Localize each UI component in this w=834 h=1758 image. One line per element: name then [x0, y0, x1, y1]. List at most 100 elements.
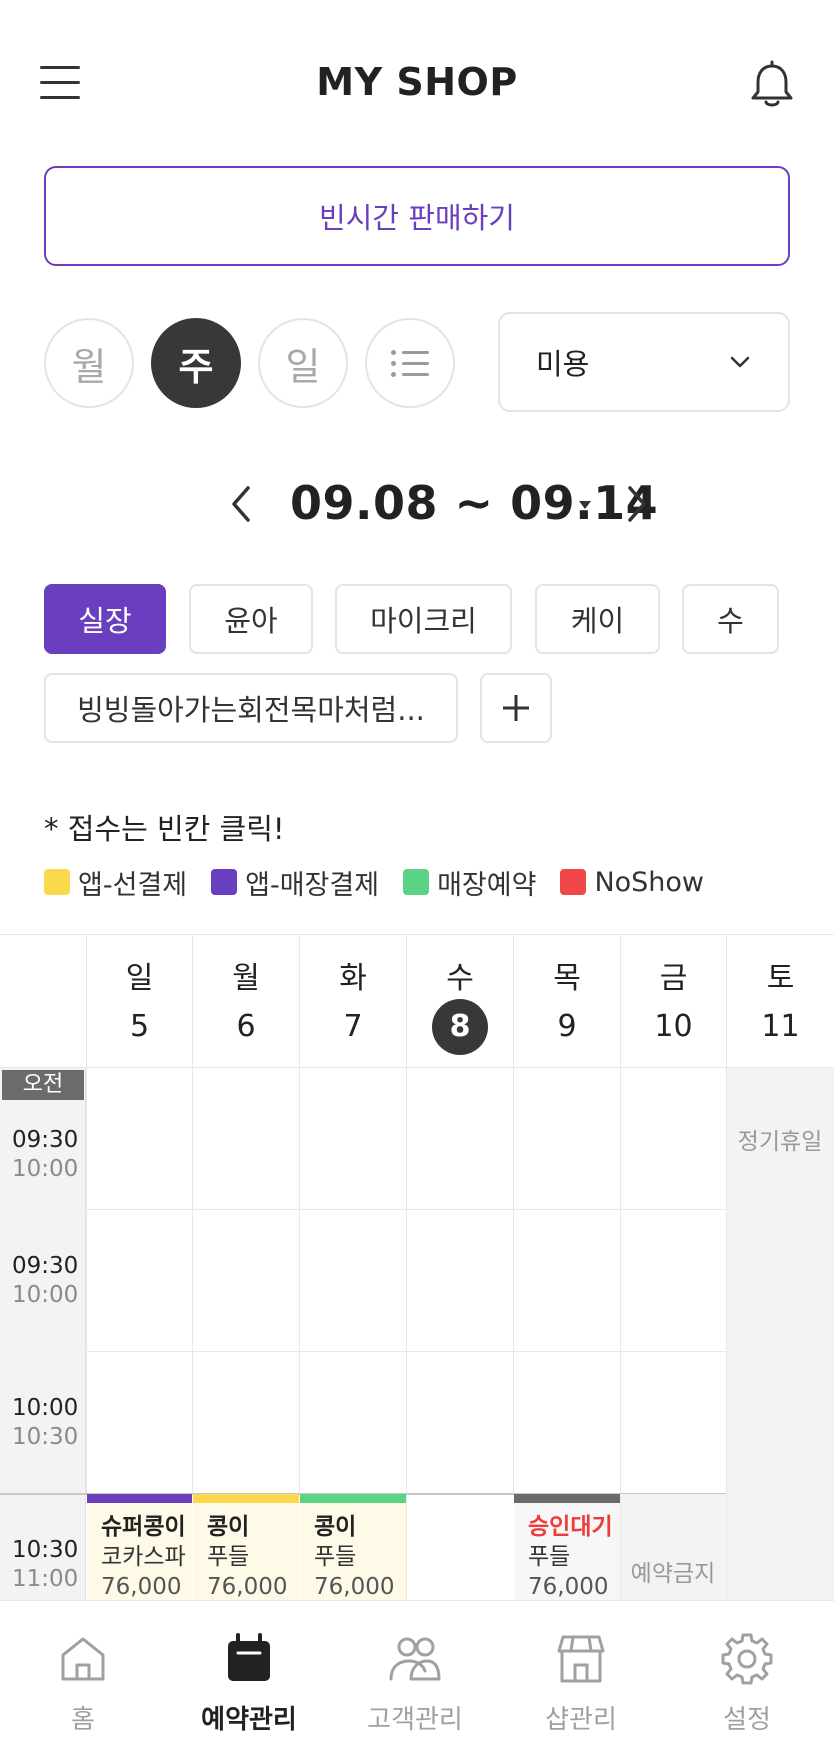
nav-reservations[interactable]: 예약관리 [166, 1601, 332, 1758]
calendar-cell[interactable] [299, 1352, 406, 1494]
view-month-button[interactable]: 월 [44, 318, 134, 408]
calendar-cell[interactable] [406, 1494, 513, 1601]
slot-start: 09:30 [12, 1253, 79, 1279]
legend-item: 앱-매장결제 [211, 863, 379, 902]
staff-chip-마이크리[interactable]: 마이크리 [335, 584, 512, 654]
chevron-down-icon [730, 356, 750, 368]
calendar-cell[interactable] [299, 1068, 406, 1210]
bottom-nav: 홈 예약관리 고객관리 샵관리 설정 [0, 1600, 834, 1758]
calendar-cell[interactable] [406, 1068, 513, 1210]
booking-service: 푸들 [207, 1544, 250, 1570]
regular-holiday-label: 정기휴일 [737, 1129, 823, 1155]
legend-label: 앱-매장결제 [245, 869, 380, 901]
booking-card[interactable]: 콩이 푸들 76,000 [300, 1494, 406, 1601]
ampm-label: 오전 [2, 1070, 84, 1100]
calendar-cell[interactable] [513, 1352, 620, 1494]
calendar-cell[interactable] [513, 1068, 620, 1210]
calendar-cell[interactable] [86, 1210, 192, 1352]
nav-shop[interactable]: 샵관리 [498, 1601, 664, 1758]
calendar-cell[interactable] [86, 1352, 192, 1494]
calendar-cell[interactable] [620, 1210, 726, 1352]
time-slot: 10:00 10:30 [12, 1394, 78, 1452]
nav-home[interactable]: 홈 [0, 1601, 166, 1758]
staff-chip-실장[interactable]: 실장 [44, 584, 166, 654]
date-range-label[interactable]: 09.08 ~ 09.14 [290, 476, 658, 530]
time-slot: 09:30 10:00 [12, 1126, 78, 1184]
sell-empty-time-button[interactable]: 빈시간 판매하기 [44, 166, 790, 266]
nav-label: 고객관리 [367, 1705, 463, 1735]
day-date: 9 [557, 1009, 577, 1044]
calendar-cell[interactable] [86, 1068, 192, 1210]
view-list-button[interactable] [365, 318, 455, 408]
legend-item: NoShow [560, 867, 704, 898]
app-title: MY SHOP [316, 60, 518, 104]
booking-status: 승인대기 [528, 1514, 613, 1540]
date-range-navigator: 09.08 ~ 09.14 [0, 470, 834, 540]
booking-price: 76,000 [101, 1574, 182, 1600]
legend-swatch [560, 869, 587, 895]
calendar-icon [228, 1633, 270, 1681]
view-day-button[interactable]: 일 [258, 318, 348, 408]
category-select[interactable]: 미용 [498, 312, 790, 412]
booking-hint: * 접수는 빈칸 클릭! [44, 812, 285, 846]
booking-type-bar [193, 1494, 299, 1503]
slot-start: 10:30 [12, 1537, 79, 1563]
day-name: 목 [553, 961, 581, 996]
view-week-button[interactable]: 주 [151, 318, 241, 408]
booking-service: 푸들 [314, 1544, 357, 1570]
calendar-cell[interactable] [620, 1352, 726, 1494]
next-week-arrow-icon[interactable] [622, 484, 652, 524]
time-slot: 10:30 11:00 [12, 1536, 78, 1594]
day-header-sun: 일 5 [86, 934, 192, 1068]
add-staff-button[interactable] [480, 673, 552, 743]
calendar-cell[interactable] [620, 1068, 726, 1210]
legend: 앱-선결제 앱-매장결제 매장예약 NoShow [44, 862, 728, 902]
staff-chip-수[interactable]: 수 [682, 584, 779, 654]
calendar-cell[interactable] [513, 1210, 620, 1352]
legend-swatch [403, 869, 430, 895]
legend-item: 매장예약 [403, 863, 536, 902]
day-name: 월 [232, 961, 260, 996]
booking-price: 76,000 [314, 1574, 395, 1600]
staff-chip-케이[interactable]: 케이 [535, 584, 660, 654]
booking-customer: 슈퍼콩이 [101, 1514, 186, 1540]
settings-icon [721, 1633, 773, 1685]
time-slot: 09:30 10:00 [12, 1252, 78, 1310]
calendar-cell[interactable] [192, 1068, 299, 1210]
booking-type-bar [300, 1494, 406, 1503]
home-icon [61, 1637, 105, 1681]
bell-icon[interactable] [748, 60, 796, 110]
staff-chip-long-name[interactable]: 빙빙돌아가는회전목마처럼... [44, 673, 458, 743]
slot-end: 10:30 [12, 1424, 79, 1450]
category-select-value: 미용 [536, 347, 590, 381]
slot-start: 10:00 [12, 1395, 79, 1421]
day-date: 11 [761, 1009, 800, 1044]
weekly-calendar: 일 5 월 6 화 7 수 8 목 9 금 10 토 11 오전 09:30 1… [0, 934, 834, 1601]
day-date: 10 [654, 1009, 693, 1044]
booking-card[interactable]: 슈퍼콩이 코카스파 76,000 [87, 1494, 192, 1601]
staff-chip-윤아[interactable]: 윤아 [189, 584, 313, 654]
calendar-cell[interactable] [192, 1352, 299, 1494]
calendar-cell[interactable] [192, 1210, 299, 1352]
nav-customers[interactable]: 고객관리 [332, 1601, 498, 1758]
nav-label: 예약관리 [201, 1705, 297, 1735]
booking-card-pending[interactable]: 승인대기 푸들 76,000 [514, 1494, 620, 1601]
calendar-cell[interactable] [299, 1210, 406, 1352]
day-header-thu: 목 9 [513, 934, 620, 1068]
booking-type-bar [514, 1494, 620, 1503]
day-name: 토 [766, 961, 795, 996]
calendar-cell[interactable] [406, 1210, 513, 1352]
slot-start: 09:30 [12, 1127, 79, 1153]
day-name: 금 [659, 961, 688, 996]
customers-icon [389, 1637, 441, 1681]
day-date: 7 [343, 1009, 363, 1044]
legend-label: 앱-선결제 [78, 869, 188, 901]
slot-end: 10:00 [12, 1156, 79, 1182]
prev-week-arrow-icon[interactable] [226, 484, 256, 524]
nav-settings[interactable]: 설정 [664, 1601, 830, 1758]
caret-down-icon[interactable] [578, 500, 592, 510]
booking-card[interactable]: 콩이 푸들 76,000 [193, 1494, 299, 1601]
calendar-cell[interactable] [406, 1352, 513, 1494]
day-date: 6 [236, 1009, 256, 1044]
blocked-slot-label: 예약금지 [630, 1561, 716, 1587]
